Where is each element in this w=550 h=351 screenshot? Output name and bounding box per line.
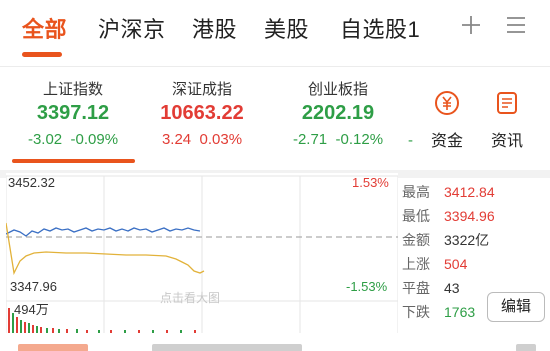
next-section-tab-peek [18, 344, 88, 351]
stat-value: 3394.96 [444, 208, 495, 224]
chart-canvas [6, 173, 398, 333]
stat-advancers: 上涨 504 [402, 254, 467, 274]
tab-hk-stocks[interactable]: 港股 [192, 12, 237, 44]
stat-value: 3412.84 [444, 184, 495, 200]
index-card-chinext[interactable]: 创业板指 2202.19 -2.71 -0.12% [280, 78, 396, 148]
tab-watchlist[interactable]: 自选股1 [340, 12, 420, 44]
chart-high-label: 3452.32 [8, 175, 55, 190]
index-name: 上证指数 [42, 81, 103, 98]
index-change: -2.71 -0.12% [292, 131, 384, 148]
index-change: -3.02 -0.09% [27, 131, 119, 148]
tab-shanghai-shenzhen[interactable]: 沪深京 [98, 12, 166, 44]
index-name: 创业板指 [307, 81, 368, 98]
stat-amount: 金额 3322亿 [402, 230, 489, 250]
chart-high-pct: 1.53% [352, 175, 389, 190]
edit-button[interactable]: 编辑 [487, 292, 545, 322]
stat-value: 1763 [444, 304, 476, 320]
index-value: 3397.12 [36, 102, 110, 124]
fund-flow-label: 资金 [430, 133, 463, 150]
stat-label: 平盘 [402, 280, 430, 296]
active-tab-indicator [22, 52, 62, 57]
news-button[interactable]: 资讯 [482, 90, 532, 151]
menu-icon[interactable] [505, 14, 527, 41]
index-intraday-chart[interactable]: 3452.32 1.53% 3347.96 -1.53% 494万 点击看大图 [6, 173, 398, 333]
stat-label: 下跌 [402, 304, 430, 320]
more-index-dash: - [408, 132, 413, 149]
add-icon[interactable] [460, 14, 482, 41]
index-name: 深证成指 [171, 81, 232, 98]
stat-label: 上涨 [402, 256, 430, 272]
index-card-sse[interactable]: 上证指数 3397.12 -3.02 -0.09% [14, 78, 132, 148]
stat-value: 3322亿 [444, 232, 490, 248]
stat-label: 金额 [402, 232, 430, 248]
tabs-divider [0, 66, 550, 67]
fund-flow-button[interactable]: 资金 [422, 90, 472, 151]
next-section-icon-peek [516, 344, 536, 351]
stat-label: 最高 [402, 184, 430, 200]
yuan-coin-icon [422, 90, 472, 121]
stat-high: 最高 3412.84 [402, 182, 495, 202]
stat-value: 43 [444, 280, 460, 296]
stat-decliners: 下跌 1763 [402, 302, 475, 322]
market-tabs: 全部 沪深京 港股 美股 自选股1 [0, 0, 550, 64]
index-value: 10663.22 [160, 102, 244, 124]
stat-low: 最低 3394.96 [402, 206, 495, 226]
stat-label: 最低 [402, 208, 430, 224]
next-section-title-peek [152, 344, 302, 351]
next-section-peek [0, 340, 550, 351]
tab-all[interactable]: 全部 [22, 12, 67, 44]
stat-value: 504 [444, 256, 468, 272]
news-icon [482, 90, 532, 121]
chart-low-pct: -1.53% [346, 279, 388, 294]
news-label: 资讯 [490, 133, 523, 150]
chart-watermark: 点击看大图 [160, 291, 221, 305]
index-card-szse[interactable]: 深证成指 10663.22 3.24 0.03% [150, 78, 254, 148]
index-value: 2202.19 [301, 102, 375, 124]
chart-volume-label: 494万 [14, 302, 49, 317]
index-change: 3.24 0.03% [161, 131, 243, 148]
selected-index-indicator [12, 159, 135, 163]
chart-low-label: 3347.96 [10, 279, 57, 294]
tab-us-stocks[interactable]: 美股 [264, 12, 309, 44]
stat-unchanged: 平盘 43 [402, 278, 460, 298]
